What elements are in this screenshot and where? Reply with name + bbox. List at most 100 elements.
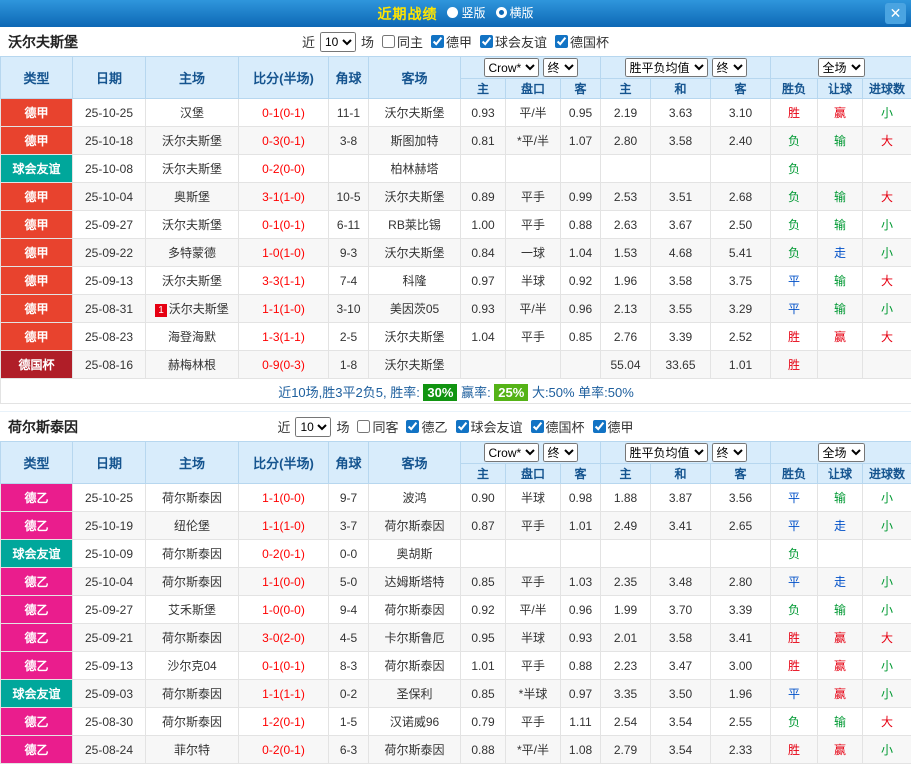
result-flag: 赢 [818,323,863,351]
score: 3-1(1-0) [239,183,329,211]
asia-odds: 0.96 [561,596,601,624]
checkbox-input[interactable] [357,420,370,433]
score: 0-1(0-1) [239,652,329,680]
radio-icon[interactable] [496,7,507,18]
away-team: 沃尔夫斯堡 [369,351,461,379]
league-badge: 球会友谊 [1,155,73,183]
checkbox-input[interactable] [593,420,606,433]
filter-checkbox-1[interactable]: 德乙 [406,417,447,436]
team-label: 荷尔斯泰因 [384,743,444,757]
result-flag: 负 [771,596,818,624]
league-badge: 德甲 [1,239,73,267]
col-subheader: 主 [601,464,651,484]
col-subheader: 进球数 [863,464,911,484]
filter-checkbox-2[interactable]: 球会友谊 [456,417,523,436]
result-flag: 平 [771,267,818,295]
europe-odds: 2.52 [711,323,771,351]
match-row: 德乙25-10-19纽伦堡1-1(1-0)3-7荷尔斯泰因0.87平手1.012… [1,512,911,540]
bookmaker-select[interactable]: Crow* [484,58,539,77]
asia-odds: 平手 [506,652,561,680]
checkbox-input[interactable] [456,420,469,433]
match-count-select[interactable]: 10 [295,417,331,437]
match-date: 25-10-19 [73,512,146,540]
bookmaker-select[interactable]: Crow* [484,443,539,462]
checkbox-input[interactable] [531,420,544,433]
result-flag: 胜 [771,652,818,680]
match-date: 25-10-25 [73,99,146,127]
team-label: 沃尔夫斯堡 [162,218,222,232]
asia-odds: 平手 [506,323,561,351]
home-team: 沃尔夫斯堡 [146,155,239,183]
asia-time-select[interactable]: 终 [543,443,578,462]
home-team: 1沃尔夫斯堡 [146,295,239,323]
checkbox-input[interactable] [382,35,395,48]
away-team: RB莱比锡 [369,211,461,239]
match-row: 德甲25-08-311沃尔夫斯堡1-1(1-0)3-10美因茨050.93平/半… [1,295,911,323]
team-label: 卡尔斯鲁厄 [384,631,444,645]
europe-time-select[interactable]: 终 [712,58,747,77]
checkbox-input[interactable] [431,35,444,48]
filter-checkbox-3[interactable]: 德国杯 [531,417,585,436]
col-header: 角球 [329,57,369,99]
score: 0-3(0-1) [239,127,329,155]
checkbox-input[interactable] [555,35,568,48]
asia-odds: 平手 [506,708,561,736]
europe-odds-select[interactable]: 胜平负均值 [625,58,708,77]
asia-odds [506,351,561,379]
match-date: 25-09-13 [73,652,146,680]
filter-checkbox-1[interactable]: 德甲 [431,32,472,51]
filter-checkbox-4[interactable]: 德甲 [593,417,634,436]
team-label: 沙尔克04 [167,659,216,673]
team-label: 柏林赫塔 [390,162,438,176]
corners: 1-8 [329,351,369,379]
away-team: 圣保利 [369,680,461,708]
team-label: 沃尔夫斯堡 [162,274,222,288]
col-subheader: 客 [561,464,601,484]
period-select[interactable]: 全场 [818,58,865,77]
away-team: 汉诺威96 [369,708,461,736]
league-badge: 德乙 [1,596,73,624]
result-flag [863,540,911,568]
period-select[interactable]: 全场 [818,443,865,462]
corners: 0-2 [329,680,369,708]
europe-time-select[interactable]: 终 [712,443,747,462]
filter-checkbox-2[interactable]: 球会友谊 [480,32,547,51]
league-badge: 德乙 [1,652,73,680]
radio-label: 竖版 [461,4,485,21]
match-row: 德乙25-08-24菲尔特0-2(0-1)6-3荷尔斯泰因0.88*平/半1.0… [1,736,911,764]
asia-odds: 0.88 [561,211,601,239]
away-team: 达姆斯塔特 [369,568,461,596]
match-row: 德甲25-10-04奥斯堡3-1(1-0)10-5沃尔夫斯堡0.89平手0.99… [1,183,911,211]
result-flag: 小 [863,211,911,239]
checkbox-label: 德国杯 [546,417,585,436]
europe-odds: 2.53 [601,183,651,211]
team-label: 沃尔夫斯堡 [384,106,444,120]
filter-checkbox-3[interactable]: 德国杯 [555,32,609,51]
checkbox-input[interactable] [406,420,419,433]
europe-odds [711,540,771,568]
match-date: 25-09-21 [73,624,146,652]
asia-odds [561,155,601,183]
layout-radio-0[interactable]: 竖版 [447,4,485,21]
asia-odds [561,351,601,379]
checkbox-input[interactable] [480,35,493,48]
filter-checkbox-0[interactable]: 同客 [357,417,398,436]
asia-odds: 0.81 [461,127,506,155]
match-date: 25-10-25 [73,484,146,512]
filter-checkbox-0[interactable]: 同主 [382,32,423,51]
titlebar: 近期战绩 竖版横版 ✕ [0,0,911,27]
match-row: 德国杯25-08-16赫梅林根0-9(0-3)1-8沃尔夫斯堡55.0433.6… [1,351,911,379]
asia-odds: 0.87 [461,512,506,540]
titlebar-center: 近期战绩 竖版横版 [0,4,911,24]
asia-time-select[interactable]: 终 [543,58,578,77]
result-flag: 负 [771,155,818,183]
recent-matches-table: 类型日期主场比分(半场)角球客场Crow*终胜平负均值终全场主盘口客主和客胜负让… [0,56,911,404]
europe-odds-select[interactable]: 胜平负均值 [625,443,708,462]
match-count-select[interactable]: 10 [320,32,356,52]
score: 0-9(0-3) [239,351,329,379]
layout-radio-1[interactable]: 横版 [496,4,534,21]
col-subheader: 客 [711,79,771,99]
radio-icon[interactable] [447,7,458,18]
summary-tail: 大:50% 单率:50% [528,385,634,400]
close-icon[interactable]: ✕ [885,3,906,24]
